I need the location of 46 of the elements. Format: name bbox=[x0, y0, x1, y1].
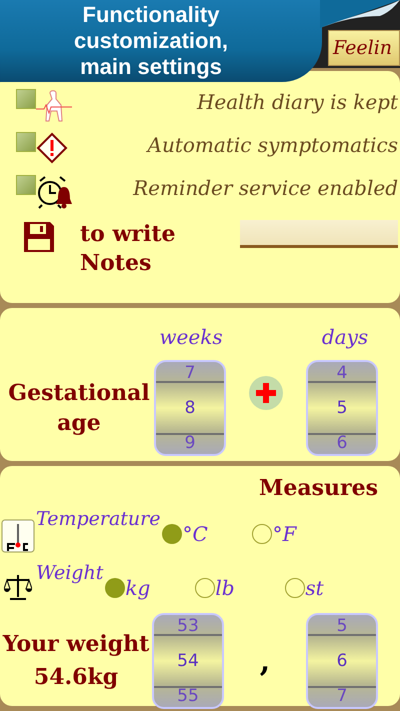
unit-radio[interactable]: st bbox=[285, 573, 376, 603]
picker-value: 7 bbox=[336, 685, 348, 707]
picker-value: 9 bbox=[184, 432, 196, 454]
picker-value: 53 bbox=[177, 615, 199, 637]
page-curl-icon bbox=[320, 0, 400, 28]
gestational-age-label: Gestational age bbox=[7, 379, 151, 438]
picker-value: 5 bbox=[336, 397, 348, 419]
banner-title: Functionality customization, main settings bbox=[72, 2, 229, 80]
thermometer-icon bbox=[1, 519, 35, 553]
picker-value: 54 bbox=[177, 650, 199, 672]
checkbox[interactable] bbox=[16, 89, 36, 109]
measures-title: Measures bbox=[259, 474, 378, 503]
decimal-picker[interactable]: 5 6 7 bbox=[306, 613, 378, 709]
weeks-picker[interactable]: 7 8 9 bbox=[154, 360, 226, 456]
unit-radio[interactable]: °F bbox=[252, 519, 342, 549]
picker-value: 7 bbox=[184, 362, 196, 384]
checkbox[interactable] bbox=[16, 132, 36, 152]
notes-label: to write Notes bbox=[80, 220, 177, 278]
option-label: Reminder service enabled bbox=[133, 175, 398, 202]
option-label: Health diary is kept bbox=[196, 89, 398, 116]
option-label: Automatic symptomatics bbox=[148, 132, 398, 159]
weight-value: 54.6kg bbox=[34, 663, 118, 692]
weight-picker[interactable]: 53 54 55 bbox=[152, 613, 224, 709]
feelings-tab[interactable]: Feelin bbox=[328, 30, 400, 66]
scales-icon bbox=[4, 573, 32, 601]
days-label: days bbox=[320, 324, 370, 351]
measure-label: Temperature bbox=[36, 507, 160, 532]
unit-radio[interactable]: lb bbox=[195, 573, 286, 603]
days-picker[interactable]: 4 5 6 bbox=[306, 360, 378, 456]
alarm-clock-icon bbox=[36, 175, 74, 209]
weeks-label: weeks bbox=[158, 324, 224, 351]
picker-value: 6 bbox=[336, 650, 348, 672]
measure-label: Weight bbox=[36, 561, 104, 586]
unit-radio[interactable]: °C bbox=[162, 519, 252, 549]
warning-icon bbox=[36, 132, 68, 164]
picker-value: 4 bbox=[336, 362, 348, 384]
plus-icon[interactable] bbox=[249, 376, 283, 410]
notes-field[interactable] bbox=[240, 220, 398, 248]
picker-value: 8 bbox=[184, 397, 196, 419]
picker-value: 5 bbox=[336, 615, 348, 637]
weight-label: Your weight bbox=[2, 630, 150, 659]
picker-value: 6 bbox=[336, 432, 348, 454]
picker-value: 55 bbox=[177, 685, 199, 707]
unit-radio[interactable]: kg bbox=[105, 573, 196, 603]
checkbox[interactable] bbox=[16, 175, 36, 195]
decimal-separator: , bbox=[258, 642, 272, 680]
